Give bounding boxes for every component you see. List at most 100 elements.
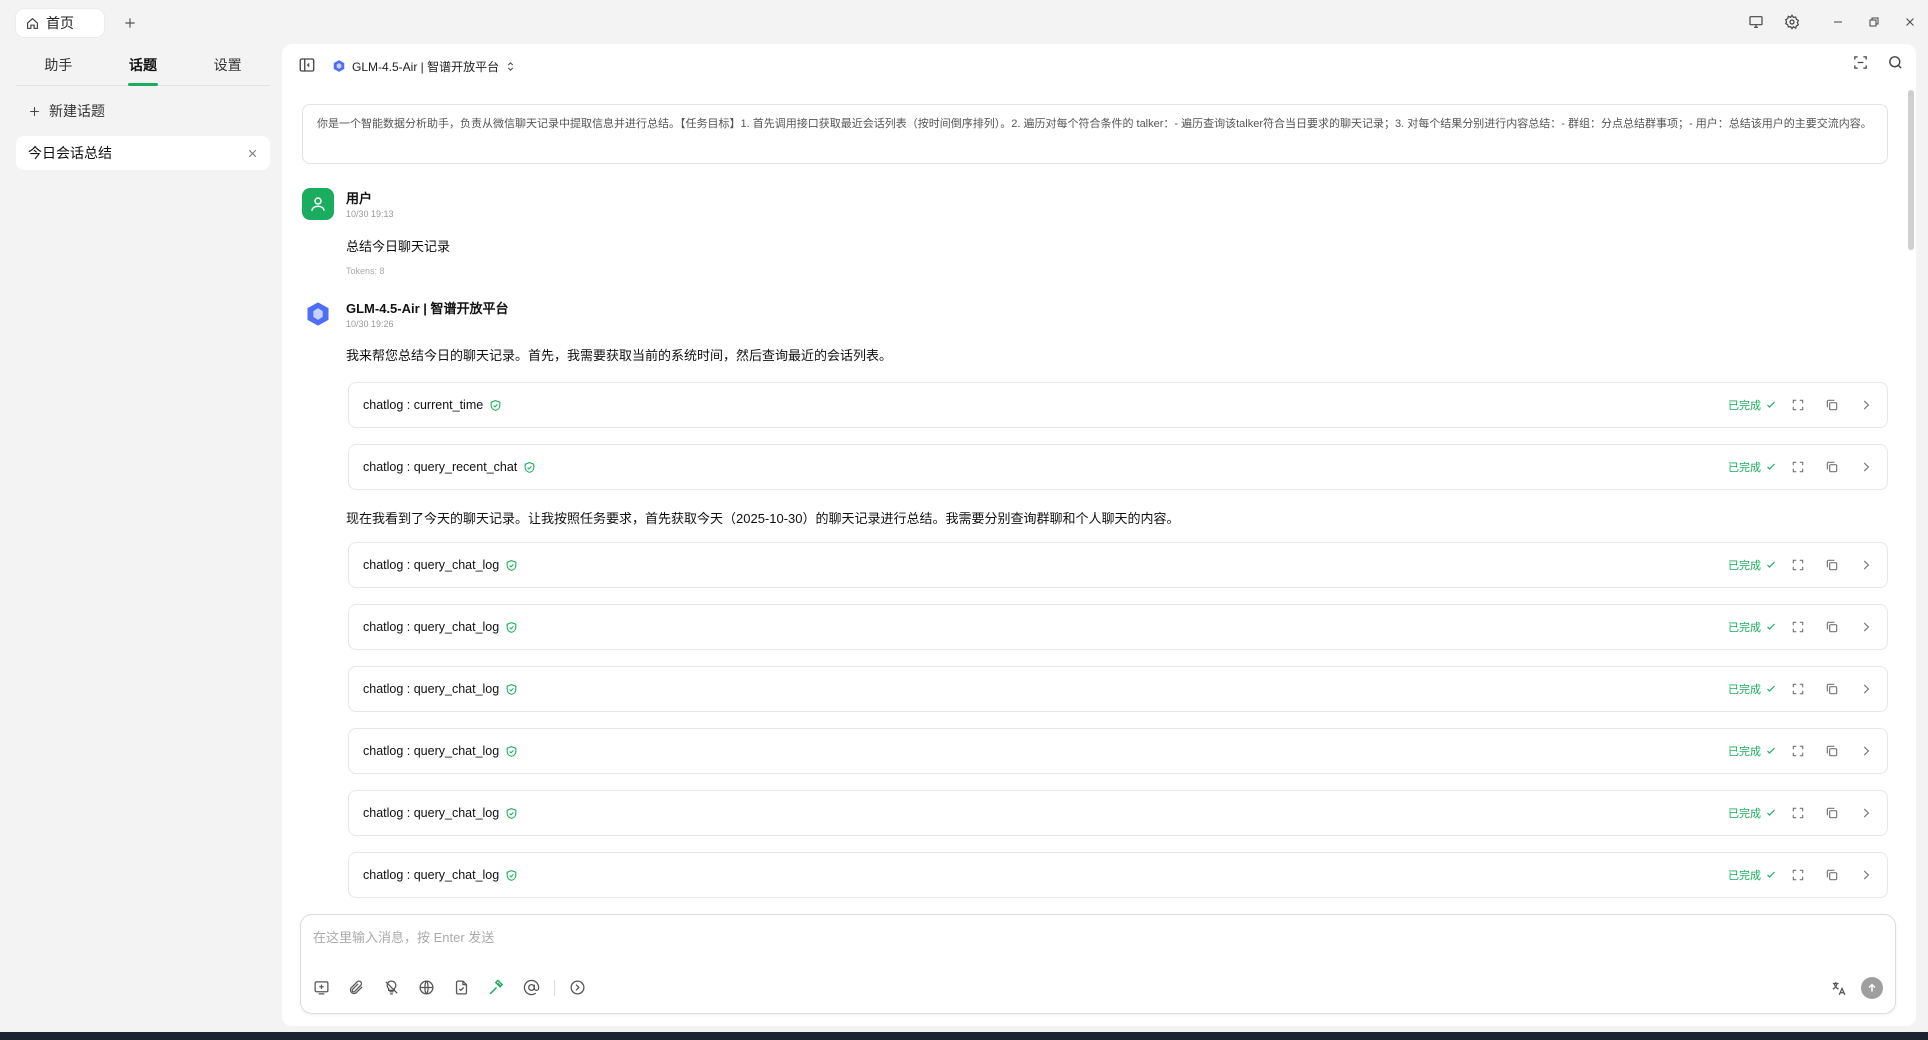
tab-settings[interactable]: 设置 [185,44,270,85]
user-message-tokens: Tokens: 8 [346,266,385,276]
system-prompt[interactable]: 你是一个智能数据分析助手，负责从微信聊天记录中提取信息并进行总结。【任务目标】1… [302,104,1888,164]
user-avatar [302,188,334,220]
tool-call-label: chatlog : query_chat_log [363,682,500,696]
close-icon[interactable] [247,148,258,159]
translate-icon[interactable] [1830,980,1847,997]
assistant-middle-text: 现在我看到了今天的聊天记录。让我按照任务要求，首先获取今天（2025-10-30… [346,511,1180,526]
shield-check-icon [505,621,518,634]
message-composer [300,914,1896,1014]
expand-icon[interactable] [1791,868,1805,882]
tool-call-actions [1791,682,1873,696]
tool-call-status: 已完成 [1728,681,1777,697]
sidebar-toggle-icon [298,56,316,74]
tool-call-actions [1791,868,1873,882]
gear-icon [1784,14,1800,30]
user-name: 用户 [346,191,373,206]
plus-icon [28,105,41,118]
expand-icon[interactable] [1791,460,1805,474]
chevron-right-icon[interactable] [1859,744,1873,758]
tool-call-actions [1791,744,1873,758]
tool-call-status: 已完成 [1728,459,1777,475]
chevron-right-icon[interactable] [1859,620,1873,634]
search-icon[interactable] [1887,54,1904,71]
tool-call-card[interactable]: chatlog : query_chat_log 已完成 [348,542,1888,588]
lightbulb-off-icon[interactable] [383,979,400,996]
topic-item[interactable]: 今日会话总结 [16,136,270,170]
toggle-sidebar-button[interactable] [298,56,316,74]
toolbar-divider [554,979,555,996]
tool-call-card[interactable]: chatlog : query_chat_log 已完成 [348,666,1888,712]
monitor-button[interactable] [1738,0,1774,44]
new-tab-button[interactable] [116,9,144,37]
assistant-message-time: 10/30 19:26 [346,319,394,329]
header-actions [1852,54,1904,71]
tool-call-card[interactable]: chatlog : query_recent_chat 已完成 [348,444,1888,490]
copy-icon[interactable] [1825,398,1839,412]
shield-check-icon [505,559,518,572]
chevron-right-icon[interactable] [1859,398,1873,412]
expand-icon[interactable] [1791,682,1805,696]
tool-call-card[interactable]: chatlog : query_chat_log 已完成 [348,790,1888,836]
tool-call-status: 已完成 [1728,867,1777,883]
expand-icon[interactable] [1791,744,1805,758]
fullscreen-icon[interactable] [1852,54,1869,71]
tool-call-status: 已完成 [1728,805,1777,821]
restore-button[interactable] [1856,0,1892,44]
tool-call-actions [1791,460,1873,474]
copy-icon[interactable] [1825,806,1839,820]
chat-panel: GLM-4.5-Air | 智谱开放平台 你是一个智能数据分析助手，负责从微信聊… [282,44,1916,1026]
new-topic-button[interactable]: 新建话题 [16,94,270,128]
copy-icon[interactable] [1825,682,1839,696]
new-topic-icon[interactable] [313,979,330,996]
shield-check-icon [505,807,518,820]
at-icon[interactable] [523,979,540,996]
tool-call-status-label: 已完成 [1728,808,1761,820]
chevron-right-icon[interactable] [1859,682,1873,696]
tab-assistant[interactable]: 助手 [16,44,101,85]
tool-call-status-label: 已完成 [1728,684,1761,696]
tool-call-actions [1791,620,1873,634]
model-selector[interactable]: GLM-4.5-Air | 智谱开放平台 [332,54,516,78]
tool-call-card[interactable]: chatlog : query_chat_log 已完成 [348,728,1888,774]
expand-icon[interactable] [1791,620,1805,634]
send-button[interactable] [1861,977,1883,999]
new-topic-label: 新建话题 [49,103,105,119]
minimize-button[interactable] [1820,0,1856,44]
expand-icon[interactable] [1791,558,1805,572]
copy-icon[interactable] [1825,460,1839,474]
tab-home[interactable]: 首页 [16,9,104,37]
copy-icon[interactable] [1825,620,1839,634]
copy-icon[interactable] [1825,558,1839,572]
tool-call-status: 已完成 [1728,397,1777,413]
chevron-right-icon[interactable] [1859,460,1873,474]
chat-scrollbar[interactable] [1908,90,1914,250]
attachment-icon[interactable] [348,979,365,996]
chevron-right-icon[interactable] [1859,558,1873,572]
tool-call-card[interactable]: chatlog : query_chat_log 已完成 [348,604,1888,650]
copy-icon[interactable] [1825,868,1839,882]
user-message-time: 10/30 19:13 [346,209,394,219]
globe-icon[interactable] [418,979,435,996]
plus-icon [123,16,137,30]
tool-call-label: chatlog : current_time [363,398,484,412]
chevron-right-icon[interactable] [1859,868,1873,882]
tool-call-card[interactable]: chatlog : query_chat_log 已完成 [348,852,1888,898]
hammer-icon[interactable] [488,979,505,996]
chevron-right-icon[interactable] [1859,806,1873,820]
topic-item-label: 今日会话总结 [28,145,112,161]
composer-right-actions [1830,977,1883,999]
file-icon[interactable] [453,979,470,996]
model-logo-icon [304,300,332,328]
settings-button[interactable] [1774,0,1810,44]
tab-topics[interactable]: 话题 [101,44,186,85]
expand-icon[interactable] [1791,398,1805,412]
arrow-up-icon [1866,982,1878,994]
assistant-avatar [302,298,334,330]
title-bar: 首页 [0,0,1928,44]
message-input[interactable] [313,925,1873,949]
close-window-button[interactable] [1892,0,1928,44]
expand-more-icon[interactable] [569,979,586,996]
copy-icon[interactable] [1825,744,1839,758]
tool-call-card[interactable]: chatlog : current_time 已完成 [348,382,1888,428]
expand-icon[interactable] [1791,806,1805,820]
